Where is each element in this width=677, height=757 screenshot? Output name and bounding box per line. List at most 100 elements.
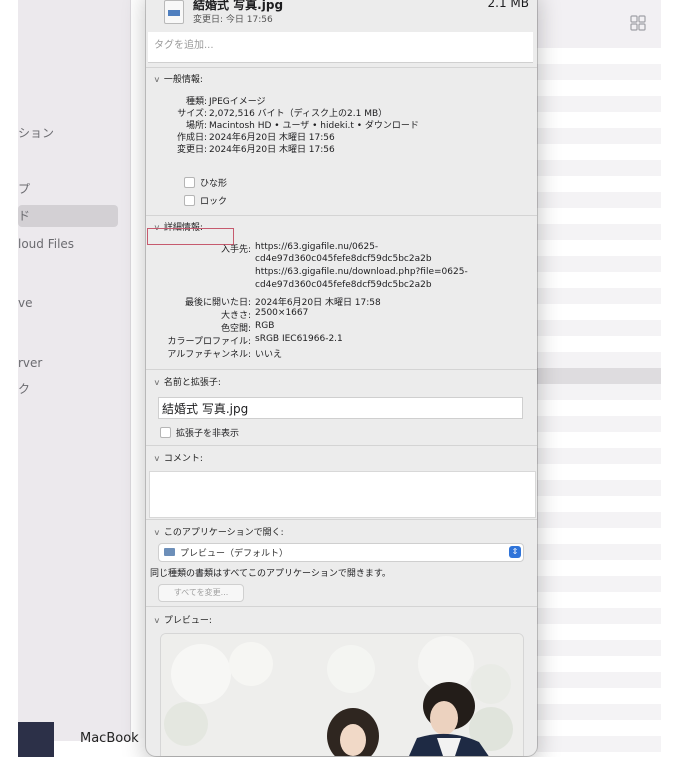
file-list-row[interactable] xyxy=(537,688,661,704)
file-list-row[interactable] xyxy=(537,288,661,304)
stationery-checkbox[interactable]: ひな形 xyxy=(184,176,227,189)
file-list-row[interactable] xyxy=(537,368,661,384)
section-open-with-title: このアプリケーションで開く: xyxy=(163,528,284,538)
locked-label: ロック xyxy=(200,197,228,207)
section-comments-header[interactable]: ∨ コメント: xyxy=(153,451,203,464)
grid-view-icon[interactable] xyxy=(630,15,646,31)
divider xyxy=(146,519,537,520)
chevron-down-icon: ∨ xyxy=(153,75,161,84)
file-list-row[interactable] xyxy=(537,160,661,176)
modified-date: 変更日: 今日 17:56 xyxy=(193,15,273,25)
hide-extension-label: 拡張子を非表示 xyxy=(176,429,240,439)
file-list-row[interactable] xyxy=(537,96,661,112)
value-color-profile: sRGB IEC61966-2.1 xyxy=(255,334,343,344)
label-color-profile: カラープロファイル: xyxy=(167,337,252,347)
open-with-select[interactable]: プレビュー（デフォルト） ⇕ xyxy=(158,543,524,562)
file-list-row[interactable] xyxy=(537,624,661,640)
stationery-label: ひな形 xyxy=(200,179,228,189)
where-from-line-1[interactable]: https://63.gigafile.nu/0625- xyxy=(255,242,378,252)
sidebar-item-downloads[interactable]: ド xyxy=(18,205,118,227)
where-from-line-2[interactable]: cd4e97d360c045fefe8dcf59dc5bc2a2b xyxy=(255,254,432,264)
locked-checkbox[interactable]: ロック xyxy=(184,194,227,207)
file-list-row[interactable] xyxy=(537,432,661,448)
where-from-line-3[interactable]: https://63.gigafile.nu/download.php?file… xyxy=(255,267,468,277)
tag-input[interactable]: タグを追加... xyxy=(148,32,533,63)
file-list-row[interactable] xyxy=(537,592,661,608)
chevron-down-icon: ∨ xyxy=(153,616,161,625)
divider xyxy=(146,606,537,607)
preview-image xyxy=(160,633,524,756)
file-list-row[interactable] xyxy=(537,272,661,288)
file-list-row[interactable] xyxy=(537,144,661,160)
file-list-row[interactable] xyxy=(537,576,661,592)
file-list-row[interactable] xyxy=(537,720,661,736)
sidebar-item-icloud-files[interactable]: loud Files xyxy=(18,233,130,255)
label-alpha: アルファチャンネル: xyxy=(167,350,251,360)
where-from-line-4[interactable]: cd4e97d360c045fefe8dcf59dc5bc2a2b xyxy=(255,280,432,290)
section-comments-title: コメント: xyxy=(163,454,203,464)
file-list-row[interactable] xyxy=(537,480,661,496)
value-modified: 2024年6月20日 木曜日 17:56 xyxy=(209,145,335,155)
file-list-row[interactable] xyxy=(537,496,661,512)
sidebar-item-applications[interactable]: ション xyxy=(18,122,130,144)
file-list-row[interactable] xyxy=(537,512,661,528)
file-list-row[interactable] xyxy=(537,608,661,624)
file-list-row[interactable] xyxy=(537,400,661,416)
file-list-row[interactable] xyxy=(537,224,661,240)
divider xyxy=(146,67,537,68)
file-list-row[interactable] xyxy=(537,112,661,128)
file-list-row[interactable] xyxy=(537,544,661,560)
value-last-opened: 2024年6月20日 木曜日 17:58 xyxy=(255,298,381,308)
file-list-row[interactable] xyxy=(537,240,661,256)
divider xyxy=(146,445,537,446)
file-list-row[interactable] xyxy=(537,528,661,544)
file-size: 2.1 MB xyxy=(487,0,529,10)
file-name-input[interactable]: 結婚式 写真.jpg xyxy=(158,397,523,419)
file-list-row[interactable] xyxy=(537,176,661,192)
hide-extension-checkbox[interactable]: 拡張子を非表示 xyxy=(160,426,239,439)
macbook-icon xyxy=(18,722,54,757)
file-list-row[interactable] xyxy=(537,560,661,576)
tag-placeholder: タグを追加... xyxy=(154,40,214,51)
divider xyxy=(146,369,537,370)
sidebar-item-network[interactable]: ク xyxy=(18,378,130,400)
file-list-row[interactable] xyxy=(537,672,661,688)
open-with-selected-app: プレビュー（デフォルト） xyxy=(180,549,289,559)
file-list-row[interactable] xyxy=(537,208,661,224)
file-list-row[interactable] xyxy=(537,304,661,320)
file-list-row[interactable] xyxy=(537,80,661,96)
comments-input[interactable] xyxy=(149,471,536,518)
chevron-down-icon: ∨ xyxy=(153,378,161,387)
value-color-space: RGB xyxy=(255,321,275,331)
section-preview-title: プレビュー: xyxy=(163,616,212,626)
file-list-row[interactable] xyxy=(537,192,661,208)
label-last-opened: 最後に開いた日: xyxy=(184,298,251,308)
file-list-row[interactable] xyxy=(537,320,661,336)
change-all-button[interactable]: すべてを変更... xyxy=(158,584,244,602)
section-preview-header[interactable]: ∨ プレビュー: xyxy=(153,613,212,626)
file-list-row[interactable] xyxy=(537,656,661,672)
preview-app-icon xyxy=(164,548,175,556)
section-name-ext-title: 名前と拡張子: xyxy=(163,378,221,388)
jpeg-file-icon xyxy=(164,0,184,24)
file-list-row[interactable] xyxy=(537,48,661,64)
section-general-header[interactable]: ∨ 一般情報: xyxy=(153,72,202,85)
file-list-row[interactable] xyxy=(537,416,661,432)
sidebar-item-drive[interactable]: ve xyxy=(18,292,130,314)
section-open-with-header[interactable]: ∨ このアプリケーションで開く: xyxy=(153,525,284,538)
file-list-row[interactable] xyxy=(537,736,661,752)
file-list-row[interactable] xyxy=(537,336,661,352)
file-list-row[interactable] xyxy=(537,384,661,400)
section-name-ext-header[interactable]: ∨ 名前と拡張子: xyxy=(153,375,221,388)
file-list-row[interactable] xyxy=(537,704,661,720)
sidebar-device-label: MacBook xyxy=(80,731,139,746)
file-list-row[interactable] xyxy=(537,448,661,464)
file-list-row[interactable] xyxy=(537,640,661,656)
file-list-row[interactable] xyxy=(537,256,661,272)
file-list-row[interactable] xyxy=(537,128,661,144)
sidebar-item-server[interactable]: rver xyxy=(18,352,130,374)
file-list-row[interactable] xyxy=(537,64,661,80)
file-list-row[interactable] xyxy=(537,464,661,480)
file-list-row[interactable] xyxy=(537,352,661,368)
sidebar-item-desktop[interactable]: プ xyxy=(18,178,130,200)
